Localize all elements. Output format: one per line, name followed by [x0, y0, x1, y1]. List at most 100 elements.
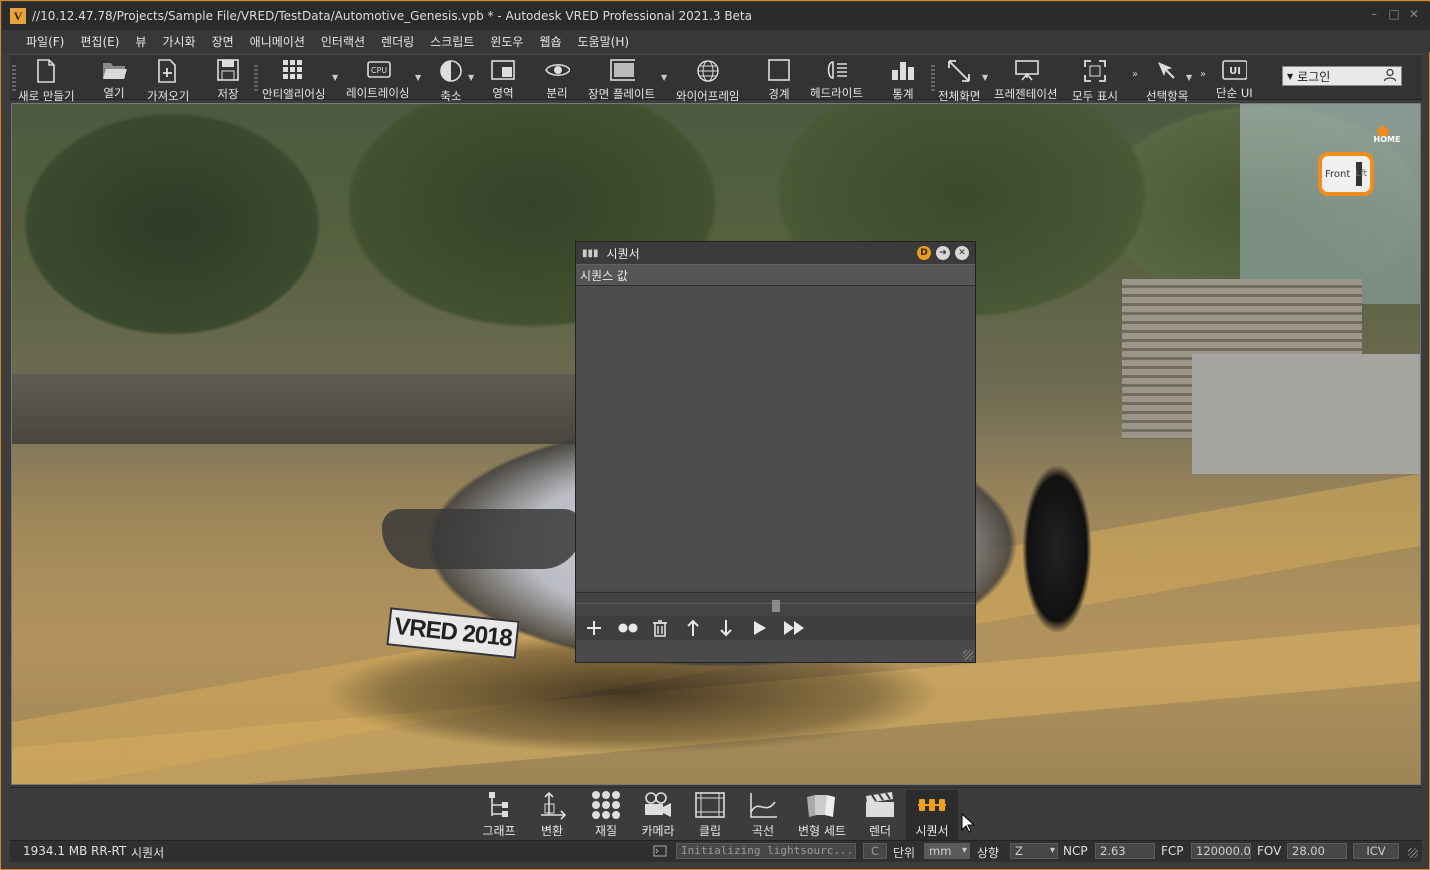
scale-half-circle-icon [438, 58, 464, 84]
viewcube[interactable]: Front Lft [1314, 140, 1376, 202]
show-all-button[interactable]: 모두 표시 [1072, 55, 1118, 103]
sequence-value-header[interactable]: 시퀀스 값 [576, 264, 975, 286]
new-file-icon [33, 58, 59, 84]
presentation-button[interactable]: 프레젠테이션 [994, 55, 1057, 101]
sequencer-title-bar[interactable]: ▮▮▮ 시퀀서 D ➔ ✕ [576, 242, 975, 264]
open-button[interactable]: 열기 [101, 55, 127, 101]
save-button[interactable]: 저장 [215, 55, 241, 101]
unit-select[interactable]: mm [924, 843, 970, 859]
viewcube-front-face[interactable]: Front Lft [1318, 152, 1374, 196]
antialiasing-grid-icon [281, 58, 307, 82]
close-icon[interactable]: ✕ [955, 246, 969, 260]
sequencer-icon [915, 790, 949, 820]
svg-text:CPU: CPU [371, 66, 387, 75]
sequencer-dialog[interactable]: ▮▮▮ 시퀀서 D ➔ ✕ 시퀀스 값 [575, 241, 976, 663]
sequence-list[interactable] [576, 286, 975, 590]
module-material-button[interactable]: 재질 [586, 790, 626, 840]
title-bar[interactable]: V //10.12.47.78/Projects/Sample File/VRE… [2, 2, 1430, 30]
mouse-cursor-icon [961, 813, 975, 833]
fcp-input[interactable]: 120000.00 [1191, 843, 1251, 859]
raytracing-dropdown-icon[interactable]: ▼ [415, 73, 421, 82]
toolbar-overflow-icon[interactable]: » [1132, 69, 1138, 80]
active-module: 시퀀서 [131, 846, 165, 860]
splitter-handle[interactable] [772, 600, 780, 612]
memory-usage: 1934.1 MB [23, 844, 88, 858]
module-curve-button[interactable]: 곡선 [744, 790, 782, 840]
toolbar-overflow-2-icon[interactable]: » [1200, 69, 1206, 80]
fullscreen-button[interactable]: 전체화면 [938, 55, 980, 103]
raytracing-button[interactable]: CPU 레이트레이싱 [346, 55, 409, 101]
menu-animation[interactable]: 애니메이션 [242, 33, 313, 50]
ncp-input[interactable]: 2.63 [1095, 843, 1155, 859]
sequencer-footer [576, 640, 975, 662]
c-button[interactable]: C [863, 843, 887, 859]
move-up-icon[interactable] [683, 618, 703, 638]
menu-window[interactable]: 윈도우 [482, 33, 531, 50]
cpu-icon: CPU [365, 58, 391, 81]
menu-script[interactable]: 스크립트 [422, 33, 482, 50]
module-graph-button[interactable]: 그래프 [476, 790, 522, 840]
menu-interaction[interactable]: 인터랙션 [313, 33, 373, 50]
resize-grip-icon[interactable] [963, 650, 973, 660]
status-resize-grip-icon[interactable] [1408, 848, 1418, 858]
folder-open-icon [101, 58, 127, 81]
login-dropdown[interactable]: ▼ 로그인 [1282, 66, 1402, 86]
selection-dropdown-icon[interactable]: ▼ [1186, 73, 1192, 82]
clapperboard-icon [863, 790, 897, 820]
arrow-right-icon[interactable]: ➔ [936, 246, 950, 260]
close-window-icon[interactable]: ✕ [1408, 8, 1420, 20]
menu-edit[interactable]: 편집(E) [72, 33, 127, 50]
wireframe-button[interactable]: 와이어프레임 [676, 55, 739, 103]
menu-bar: 파일(F) 편집(E) 뷰 가시화 장면 애니메이션 인터랙션 렌더링 스크립트… [2, 30, 1430, 52]
menu-webshop[interactable]: 웹숍 [531, 33, 569, 50]
play-all-icon[interactable] [782, 618, 804, 638]
record-icon[interactable] [617, 618, 638, 638]
module-sequencer-button[interactable]: 시퀀서 [906, 790, 958, 840]
camera-icon [641, 790, 675, 820]
scene-plate-dropdown-icon[interactable]: ▼ [661, 73, 667, 82]
scale-button[interactable]: 축소 [438, 55, 464, 103]
separate-button[interactable]: 분리 [544, 55, 570, 101]
terminal-icon[interactable] [653, 844, 667, 858]
play-icon[interactable] [749, 618, 769, 638]
new-button[interactable]: 새로 만들기 [18, 55, 75, 103]
add-icon[interactable] [584, 618, 604, 638]
up-axis-select[interactable]: Z [1010, 843, 1058, 859]
menu-scene[interactable]: 장면 [204, 33, 242, 50]
menu-view[interactable]: 뷰 [127, 33, 154, 50]
import-button[interactable]: 가져오기 [147, 55, 189, 103]
menu-rendering[interactable]: 렌더링 [373, 33, 422, 50]
headlight-button[interactable]: 헤드라이트 [810, 55, 863, 101]
region-button[interactable]: 영역 [490, 55, 516, 101]
module-transform-button[interactable]: 변환 [532, 790, 572, 840]
fullscreen-dropdown-icon[interactable]: ▼ [982, 73, 988, 82]
menu-visualization[interactable]: 가시화 [154, 33, 203, 50]
antialiasing-button[interactable]: 안티앨리어싱 [262, 55, 325, 101]
module-render-button[interactable]: 렌더 [862, 790, 898, 840]
maximize-icon[interactable]: □ [1388, 8, 1400, 20]
scene-plate-button[interactable]: 장면 플레이트 [588, 55, 655, 101]
fov-input[interactable]: 28.00 [1287, 843, 1347, 859]
splitter[interactable] [576, 592, 975, 616]
module-camera-button[interactable]: 카메라 [636, 790, 680, 840]
move-down-icon[interactable] [716, 618, 736, 638]
simple-ui-icon: UI [1221, 58, 1248, 81]
antialiasing-dropdown-icon[interactable]: ▼ [332, 73, 338, 82]
stats-button[interactable]: 통계 [890, 55, 916, 101]
selection-button[interactable]: 선택항목 [1146, 55, 1188, 103]
minimize-icon[interactable]: – [1368, 8, 1380, 20]
car-grille [382, 509, 582, 569]
menu-file[interactable]: 파일(F) [18, 33, 72, 50]
module-variant-sets-button[interactable]: 변형 세트 [794, 790, 850, 840]
module-clip-button[interactable]: 클립 [692, 790, 728, 840]
icv-button[interactable]: ICV [1353, 843, 1399, 859]
presentation-screen-icon [1013, 58, 1039, 82]
dock-icon[interactable]: D [917, 246, 931, 260]
simple-ui-button[interactable]: UI 단순 UI [1216, 55, 1253, 101]
drag-grip-icon[interactable]: ▮▮▮ [582, 248, 599, 259]
save-disk-icon [215, 58, 241, 82]
menu-help[interactable]: 도움말(H) [570, 33, 638, 50]
scale-dropdown-icon[interactable]: ▼ [468, 73, 474, 82]
delete-trash-icon[interactable] [650, 618, 670, 638]
bounding-button[interactable]: 경계 [766, 55, 792, 101]
